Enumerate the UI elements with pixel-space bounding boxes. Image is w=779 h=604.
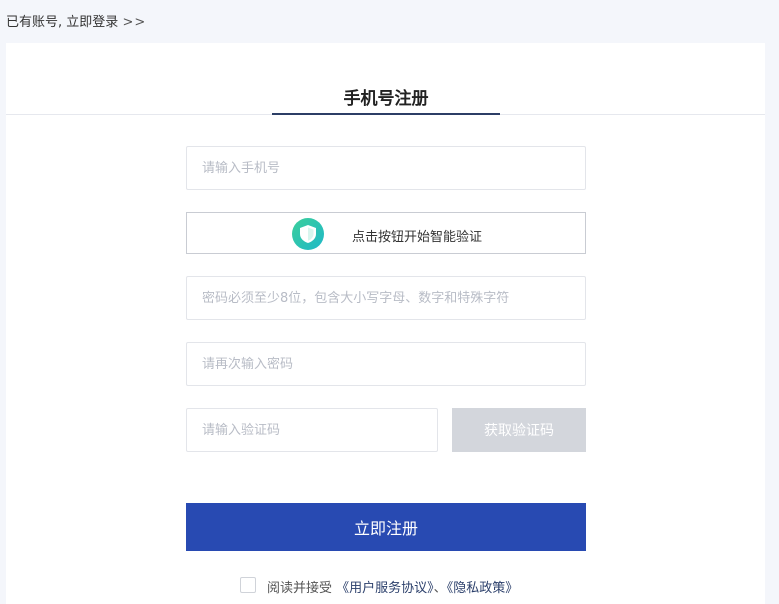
password-input[interactable] (186, 276, 586, 320)
shield-icon (292, 218, 324, 250)
tab-bar: 手机号注册 (6, 43, 765, 115)
login-link[interactable]: 立即登录 (66, 15, 118, 30)
agreement-separator: 、 (433, 581, 447, 596)
register-button[interactable]: 立即注册 (186, 503, 586, 551)
agreement-prefix: 阅读并接受 (267, 581, 333, 596)
get-code-button[interactable]: 获取验证码 (452, 408, 586, 452)
verification-code-input[interactable] (186, 408, 438, 452)
login-prompt: 已有账号, 立即登录 >> (6, 11, 146, 30)
terms-link[interactable]: 《用户服务协议》 (336, 581, 434, 596)
login-arrows[interactable]: >> (122, 15, 146, 30)
login-prompt-text: 已有账号, (6, 15, 63, 30)
agreement-checkbox[interactable] (240, 577, 256, 593)
captcha-label: 点击按钮开始智能验证 (352, 230, 483, 245)
register-card: 手机号注册 点击按钮开始智能验证 获取验证码 立即注册 阅读并接受 《用户服务协… (6, 43, 765, 604)
privacy-link[interactable]: 《隐私政策》 (447, 581, 519, 596)
captcha-button[interactable]: 点击按钮开始智能验证 (186, 212, 586, 254)
tab-phone-register[interactable]: 手机号注册 (272, 43, 500, 115)
agreement-text: 阅读并接受 《用户服务协议》、《隐私政策》 (267, 577, 518, 596)
phone-input[interactable] (186, 146, 586, 190)
password-confirm-input[interactable] (186, 342, 586, 386)
